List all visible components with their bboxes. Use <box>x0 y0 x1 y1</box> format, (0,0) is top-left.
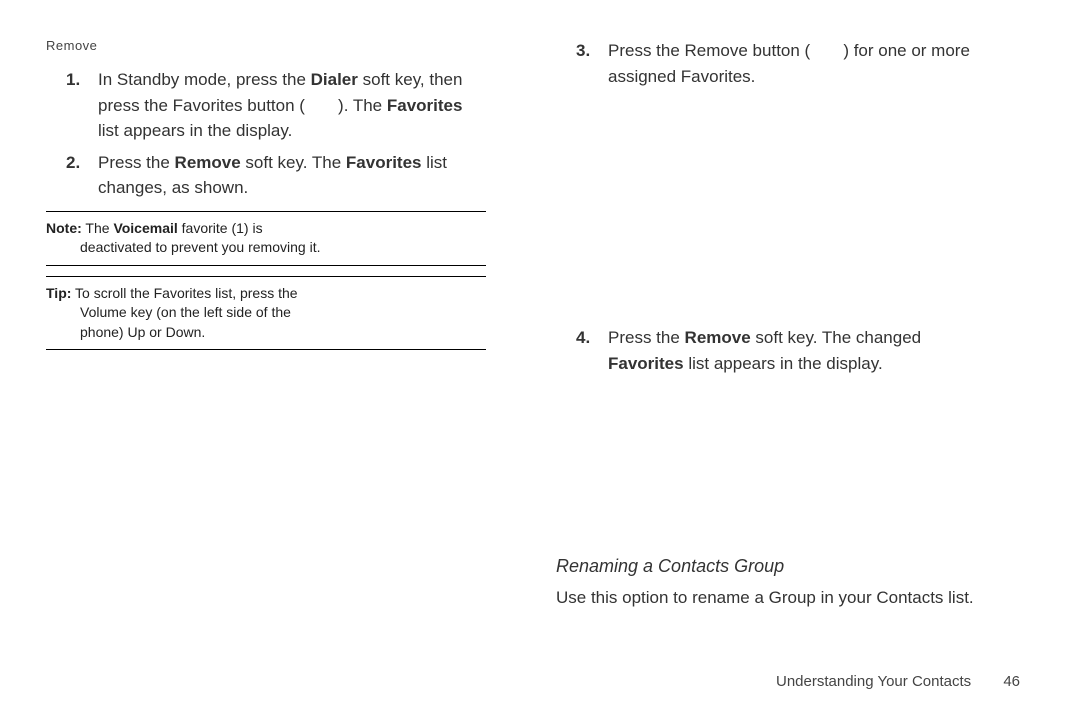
bold-text: Remove <box>175 153 241 172</box>
left-column: Remove 1. In Standby mode, press the Dia… <box>46 38 486 611</box>
footer-section: Understanding Your Contacts <box>776 673 971 690</box>
text: The <box>85 220 113 236</box>
favorites-button-icon <box>310 96 334 115</box>
bold-text: Dialer <box>311 70 358 89</box>
bold-text: Favorites <box>387 96 463 115</box>
bold-text: Favorites <box>346 153 422 172</box>
step-text: Press the Remove soft key. The changed F… <box>608 325 996 376</box>
step-number: 4. <box>556 325 608 376</box>
bold-text: Remove <box>685 328 751 347</box>
section-header: Remove <box>46 38 486 53</box>
step-number: 2. <box>46 150 98 201</box>
right-column: 3. Press the Remove button ( ) for one o… <box>556 38 996 611</box>
note-callout: Note: The Voicemail favorite (1) is deac… <box>46 211 486 266</box>
text: soft key. The <box>245 153 345 172</box>
text: Volume key (on the left side of the <box>46 303 486 323</box>
page-body: Remove 1. In Standby mode, press the Dia… <box>0 0 1080 611</box>
step-text: In Standby mode, press the Dialer soft k… <box>98 67 486 144</box>
page-number: 46 <box>1003 673 1020 690</box>
step-number: 3. <box>556 38 608 89</box>
step-text: Press the Remove soft key. The Favorites… <box>98 150 486 201</box>
text: Press the Remove button ( <box>608 41 810 60</box>
text: Press the <box>608 328 685 347</box>
bold-text: Favorites <box>608 354 684 373</box>
subsection-heading: Renaming a Contacts Group <box>556 556 996 577</box>
step-number: 1. <box>46 67 98 144</box>
subsection-description: Use this option to rename a Group in you… <box>556 585 996 611</box>
text: list appears in the display. <box>688 354 882 373</box>
text: ). The <box>338 96 387 115</box>
step-1: 1. In Standby mode, press the Dialer sof… <box>46 67 486 144</box>
step-text: Press the Remove button ( ) for one or m… <box>608 38 996 89</box>
text: In Standby mode, press the <box>98 70 311 89</box>
tip-label: Tip: <box>46 285 71 301</box>
text: deactivated to prevent you removing it. <box>46 238 486 258</box>
note-label: Note: <box>46 220 82 236</box>
step-2: 2. Press the Remove soft key. The Favori… <box>46 150 486 201</box>
bold-text: Voicemail <box>113 220 177 236</box>
step-3: 3. Press the Remove button ( ) for one o… <box>556 38 996 89</box>
text: phone) Up or Down. <box>46 323 486 343</box>
text: favorite (1) is <box>182 220 263 236</box>
tip-callout: Tip: To scroll the Favorites list, press… <box>46 276 486 351</box>
text: Press the <box>98 153 175 172</box>
remove-button-icon <box>815 41 839 60</box>
text: To scroll the Favorites list, press the <box>75 285 298 301</box>
spacer <box>556 95 996 325</box>
step-4: 4. Press the Remove soft key. The change… <box>556 325 996 376</box>
text: soft key. The changed <box>755 328 921 347</box>
page-footer: Understanding Your Contacts 46 <box>776 673 1020 690</box>
text: list appears in the display. <box>98 121 292 140</box>
